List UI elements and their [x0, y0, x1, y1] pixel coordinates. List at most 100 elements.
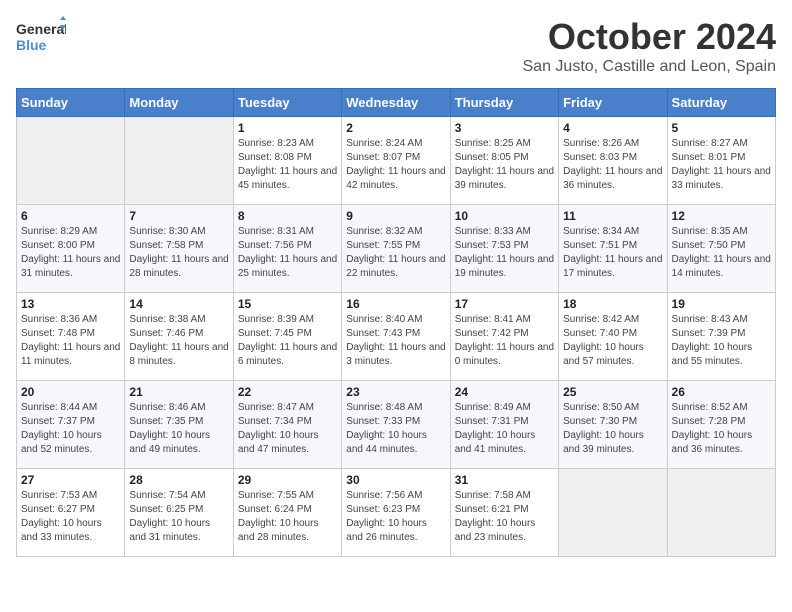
- day-cell: 12 Sunrise: 8:35 AM Sunset: 7:50 PM Dayli…: [667, 205, 775, 293]
- logo-svg: General Blue: [16, 16, 66, 58]
- day-number: 21: [129, 385, 228, 399]
- day-number: 14: [129, 297, 228, 311]
- day-cell: [667, 469, 775, 557]
- day-number: 8: [238, 209, 337, 223]
- day-cell: 10 Sunrise: 8:33 AM Sunset: 7:53 PM Dayli…: [450, 205, 558, 293]
- location-title: San Justo, Castille and Leon, Spain: [523, 58, 777, 76]
- day-number: 22: [238, 385, 337, 399]
- day-number: 10: [455, 209, 554, 223]
- day-cell: 14 Sunrise: 8:38 AM Sunset: 7:46 PM Dayli…: [125, 293, 233, 381]
- day-detail: Sunrise: 8:25 AM Sunset: 8:05 PM Dayligh…: [455, 137, 554, 193]
- day-cell: 2 Sunrise: 8:24 AM Sunset: 8:07 PM Daylig…: [342, 117, 450, 205]
- day-cell: 4Sunrise: 8:26 AM Sunset: 8:03 PM Daylig…: [559, 117, 667, 205]
- day-number: 4: [563, 121, 662, 135]
- day-detail: Sunrise: 7:55 AM Sunset: 6:24 PM Dayligh…: [238, 489, 337, 545]
- day-cell: 8Sunrise: 8:31 AM Sunset: 7:56 PM Daylig…: [233, 205, 341, 293]
- day-number: 31: [455, 473, 554, 487]
- day-detail: Sunrise: 8:46 AM Sunset: 7:35 PM Dayligh…: [129, 401, 228, 457]
- day-number: 25: [563, 385, 662, 399]
- day-detail: Sunrise: 8:35 AM Sunset: 7:50 PM Dayligh…: [672, 225, 771, 281]
- svg-text:Blue: Blue: [16, 37, 47, 53]
- day-number: 11: [563, 209, 662, 223]
- day-number: 24: [455, 385, 554, 399]
- header-day-wednesday: Wednesday: [342, 89, 450, 117]
- day-number: 1: [238, 121, 337, 135]
- week-row-5: 27Sunrise: 7:53 AM Sunset: 6:27 PM Dayli…: [17, 469, 776, 557]
- week-row-1: 1 Sunrise: 8:23 AM Sunset: 8:08 PM Daylig…: [17, 117, 776, 205]
- day-detail: Sunrise: 8:49 AM Sunset: 7:31 PM Dayligh…: [455, 401, 554, 457]
- title-area: October 2024 San Justo, Castille and Leo…: [523, 16, 777, 76]
- day-detail: Sunrise: 8:29 AM Sunset: 8:00 PM Dayligh…: [21, 225, 120, 281]
- day-number: 2: [346, 121, 445, 135]
- day-cell: 20 Sunrise: 8:44 AM Sunset: 7:37 PM Dayli…: [17, 381, 125, 469]
- month-title: October 2024: [523, 16, 777, 58]
- week-row-4: 20 Sunrise: 8:44 AM Sunset: 7:37 PM Dayli…: [17, 381, 776, 469]
- day-number: 15: [238, 297, 337, 311]
- day-number: 12: [672, 209, 771, 223]
- day-detail: Sunrise: 8:42 AM Sunset: 7:40 PM Dayligh…: [563, 313, 662, 369]
- day-detail: Sunrise: 8:23 AM Sunset: 8:08 PM Dayligh…: [238, 137, 337, 193]
- day-detail: Sunrise: 8:50 AM Sunset: 7:30 PM Dayligh…: [563, 401, 662, 457]
- day-detail: Sunrise: 8:39 AM Sunset: 7:45 PM Dayligh…: [238, 313, 337, 369]
- day-number: 19: [672, 297, 771, 311]
- day-cell: 7Sunrise: 8:30 AM Sunset: 7:58 PM Daylig…: [125, 205, 233, 293]
- day-number: 30: [346, 473, 445, 487]
- day-number: 5: [672, 121, 771, 135]
- day-number: 9: [346, 209, 445, 223]
- day-detail: Sunrise: 8:52 AM Sunset: 7:28 PM Dayligh…: [672, 401, 771, 457]
- day-cell: 3 Sunrise: 8:25 AM Sunset: 8:05 PM Daylig…: [450, 117, 558, 205]
- day-number: 6: [21, 209, 120, 223]
- day-detail: Sunrise: 8:33 AM Sunset: 7:53 PM Dayligh…: [455, 225, 554, 281]
- day-cell: 13Sunrise: 8:36 AM Sunset: 7:48 PM Dayli…: [17, 293, 125, 381]
- day-cell: 26 Sunrise: 8:52 AM Sunset: 7:28 PM Dayli…: [667, 381, 775, 469]
- day-detail: Sunrise: 8:40 AM Sunset: 7:43 PM Dayligh…: [346, 313, 445, 369]
- day-detail: Sunrise: 8:24 AM Sunset: 8:07 PM Dayligh…: [346, 137, 445, 193]
- day-detail: Sunrise: 8:41 AM Sunset: 7:42 PM Dayligh…: [455, 313, 554, 369]
- day-cell: 9 Sunrise: 8:32 AM Sunset: 7:55 PM Daylig…: [342, 205, 450, 293]
- day-detail: Sunrise: 8:32 AM Sunset: 7:55 PM Dayligh…: [346, 225, 445, 281]
- day-cell: 25 Sunrise: 8:50 AM Sunset: 7:30 PM Dayli…: [559, 381, 667, 469]
- day-number: 28: [129, 473, 228, 487]
- day-number: 23: [346, 385, 445, 399]
- day-detail: Sunrise: 7:56 AM Sunset: 6:23 PM Dayligh…: [346, 489, 445, 545]
- day-number: 7: [129, 209, 228, 223]
- day-number: 13: [21, 297, 120, 311]
- week-row-2: 6 Sunrise: 8:29 AM Sunset: 8:00 PM Daylig…: [17, 205, 776, 293]
- day-number: 17: [455, 297, 554, 311]
- day-number: 3: [455, 121, 554, 135]
- day-number: 18: [563, 297, 662, 311]
- day-number: 26: [672, 385, 771, 399]
- header-day-sunday: Sunday: [17, 89, 125, 117]
- day-detail: Sunrise: 8:38 AM Sunset: 7:46 PM Dayligh…: [129, 313, 228, 369]
- day-cell: 22 Sunrise: 8:47 AM Sunset: 7:34 PM Dayli…: [233, 381, 341, 469]
- day-cell: [559, 469, 667, 557]
- week-row-3: 13Sunrise: 8:36 AM Sunset: 7:48 PM Dayli…: [17, 293, 776, 381]
- header-day-monday: Monday: [125, 89, 233, 117]
- calendar-table: SundayMondayTuesdayWednesdayThursdayFrid…: [16, 88, 776, 557]
- page-header: General Blue October 2024 San Justo, Cas…: [16, 16, 776, 76]
- day-number: 27: [21, 473, 120, 487]
- day-number: 16: [346, 297, 445, 311]
- day-cell: 23 Sunrise: 8:48 AM Sunset: 7:33 PM Dayli…: [342, 381, 450, 469]
- day-cell: [125, 117, 233, 205]
- day-cell: 5 Sunrise: 8:27 AM Sunset: 8:01 PM Daylig…: [667, 117, 775, 205]
- day-number: 29: [238, 473, 337, 487]
- day-detail: Sunrise: 8:48 AM Sunset: 7:33 PM Dayligh…: [346, 401, 445, 457]
- days-header-row: SundayMondayTuesdayWednesdayThursdayFrid…: [17, 89, 776, 117]
- day-cell: 11Sunrise: 8:34 AM Sunset: 7:51 PM Dayli…: [559, 205, 667, 293]
- day-cell: 18 Sunrise: 8:42 AM Sunset: 7:40 PM Dayli…: [559, 293, 667, 381]
- day-detail: Sunrise: 8:44 AM Sunset: 7:37 PM Dayligh…: [21, 401, 120, 457]
- day-cell: 31 Sunrise: 7:58 AM Sunset: 6:21 PM Dayli…: [450, 469, 558, 557]
- day-cell: [17, 117, 125, 205]
- day-cell: 17 Sunrise: 8:41 AM Sunset: 7:42 PM Dayli…: [450, 293, 558, 381]
- day-cell: 30 Sunrise: 7:56 AM Sunset: 6:23 PM Dayli…: [342, 469, 450, 557]
- day-number: 20: [21, 385, 120, 399]
- day-cell: 28 Sunrise: 7:54 AM Sunset: 6:25 PM Dayli…: [125, 469, 233, 557]
- day-detail: Sunrise: 8:47 AM Sunset: 7:34 PM Dayligh…: [238, 401, 337, 457]
- logo: General Blue: [16, 16, 66, 58]
- day-cell: 24 Sunrise: 8:49 AM Sunset: 7:31 PM Dayli…: [450, 381, 558, 469]
- day-detail: Sunrise: 8:27 AM Sunset: 8:01 PM Dayligh…: [672, 137, 771, 193]
- day-detail: Sunrise: 7:58 AM Sunset: 6:21 PM Dayligh…: [455, 489, 554, 545]
- header-day-tuesday: Tuesday: [233, 89, 341, 117]
- day-detail: Sunrise: 7:54 AM Sunset: 6:25 PM Dayligh…: [129, 489, 228, 545]
